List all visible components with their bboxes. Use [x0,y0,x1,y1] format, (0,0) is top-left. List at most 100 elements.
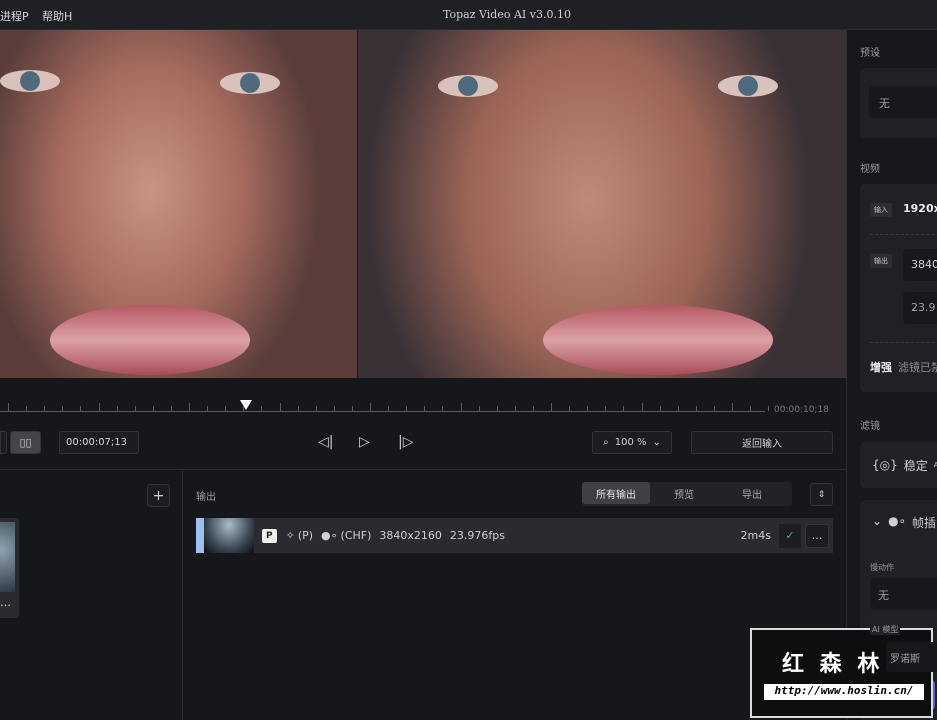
window-title: Topaz Video AI v3.0.10 [443,8,571,21]
title-bar: 进程P 帮助H Topaz Video AI v3.0.10 [0,0,937,30]
ruler-tick [333,406,335,411]
ruler-tick [8,403,9,411]
ai-model-label: AI 模型 [870,624,901,635]
enhance-status: 滤镜已禁 [898,361,937,374]
preset-select[interactable]: 无 [869,86,937,118]
ruler-tick [62,406,64,411]
source-clip-card[interactable]: … [0,518,19,618]
split-view-icon: ▯▯ [19,436,32,449]
ruler-tick [659,406,661,411]
frame-interp-header[interactable]: ⌄ ●∘ 帧插 [872,514,936,531]
video-label: 视频 [860,164,880,175]
ruler-tick [406,406,408,411]
ruler-tick [587,406,589,411]
face-lips [50,305,250,375]
ruler-tick [442,406,444,411]
stabilize-filter[interactable]: {◎}稳定AI [860,442,937,488]
return-input-button[interactable]: 返回输入 [691,431,833,454]
ruler-tick [532,406,534,411]
ruler-tick [261,406,263,411]
preset-badge: P [262,528,277,543]
ruler-tick [388,406,390,411]
sparkle-icon: ✧ [285,529,295,542]
zoom-select[interactable]: ⌕ 100 % ⌄ [592,431,672,454]
timeline-ruler[interactable] [0,378,770,418]
ruler-tick [623,406,625,411]
ruler-tick [80,406,82,411]
ruler-tick [207,406,209,411]
row-accent [196,518,204,553]
ruler-line [0,411,765,412]
play-icon[interactable]: ▷ [359,434,370,450]
sort-button[interactable]: ⇕ [810,483,833,506]
output-resolution-select[interactable]: 3840 [903,249,937,281]
ruler-tick [189,403,190,411]
zoom-icon: ⌕ [603,437,609,448]
face-eye [718,75,778,97]
chevron-down-icon: ⌄ [872,514,883,528]
ruler-tick [225,406,227,411]
tab-all-outputs[interactable]: 所有输出 [582,482,650,504]
next-frame-icon[interactable]: |▷ [398,434,413,450]
ruler-tick [297,406,299,411]
prev-frame-icon[interactable]: ◁| [318,434,333,450]
face-lips [543,305,773,375]
zoom-value: 100 % [614,437,647,448]
frame-interp-label: 帧插 [912,516,937,530]
ruler-tick [713,406,715,411]
ruler-tick [460,403,462,411]
ruler-tick [496,406,498,411]
row-more-button[interactable]: … [805,523,829,548]
input-tag: 输入 [870,203,892,217]
ruler-tick [732,403,733,411]
slowmo-select[interactable]: 无 [870,578,937,610]
timeline: 00:00:10;18 ▯▯ 00:00:07;13 ◁| ▷ |▷ ⌕ 100 … [0,378,846,470]
ruler-tick [116,406,118,411]
chevron-down-icon: ⌄ [652,437,661,448]
split-view-button[interactable]: ▯▯ [10,431,41,454]
ruler-tick [44,406,46,411]
ruler-tick [351,406,353,411]
interp-icon: ●∘ [321,529,338,542]
enhance-label: 增强 [870,361,892,374]
done-check-icon[interactable]: ✓ [779,523,801,548]
ruler-tick [514,406,516,411]
tab-preview[interactable]: 预览 [650,482,718,504]
ruler-tick [641,403,643,411]
tab-export[interactable]: 导出 [718,482,786,504]
single-view-button[interactable] [0,431,7,454]
output-duration: 2m4s [740,529,771,542]
face-eye [0,70,60,92]
face-eye [220,72,280,94]
add-video-button[interactable]: + [147,484,170,507]
ruler-tick [750,406,752,411]
output-row[interactable]: P ✧ (P) ●∘ (CHF) 3840x2160 23.976fps 2m4… [196,518,833,553]
ruler-tick [370,403,371,411]
playhead-handle[interactable] [240,400,253,410]
clip-thumbnail [0,522,15,592]
preview-original[interactable] [0,30,357,378]
current-time-field[interactable]: 00:00:07;13 [59,431,139,454]
ruler-tick [424,406,426,411]
watermark-url: http://www.hoslin.cn/ [764,684,924,700]
divider [870,342,937,343]
input-resolution: 1920x [903,202,937,215]
ruler-tick [134,406,136,411]
settings-sidebar: 预设 无 视频 输入 1920x 输出 3840 23.9 增强 滤镜已禁 滤镜… [846,30,937,720]
ai-model-select[interactable]: 罗诺斯 [886,642,937,672]
clip-more-icon[interactable]: … [0,596,11,609]
video-card: 输入 1920x 输出 3840 23.9 增强 滤镜已禁 [860,184,937,392]
ruler-tick [279,403,281,411]
end-time: 00:00:10;18 [774,405,829,415]
filters-label: 滤镜 [860,421,880,432]
preset-label: 预设 [860,48,880,59]
output-tabs: 所有输出 预览 导出 [582,482,792,506]
preview-enhanced[interactable] [358,30,846,378]
output-fps-select[interactable]: 23.9 [903,292,937,324]
ruler-tick [26,406,28,411]
ruler-tick [768,406,770,411]
stabilize-label: 稳定 [903,458,928,473]
stabilize-icon: {◎} [872,458,898,472]
divider [870,234,937,235]
output-heading: 输出 [196,492,216,503]
